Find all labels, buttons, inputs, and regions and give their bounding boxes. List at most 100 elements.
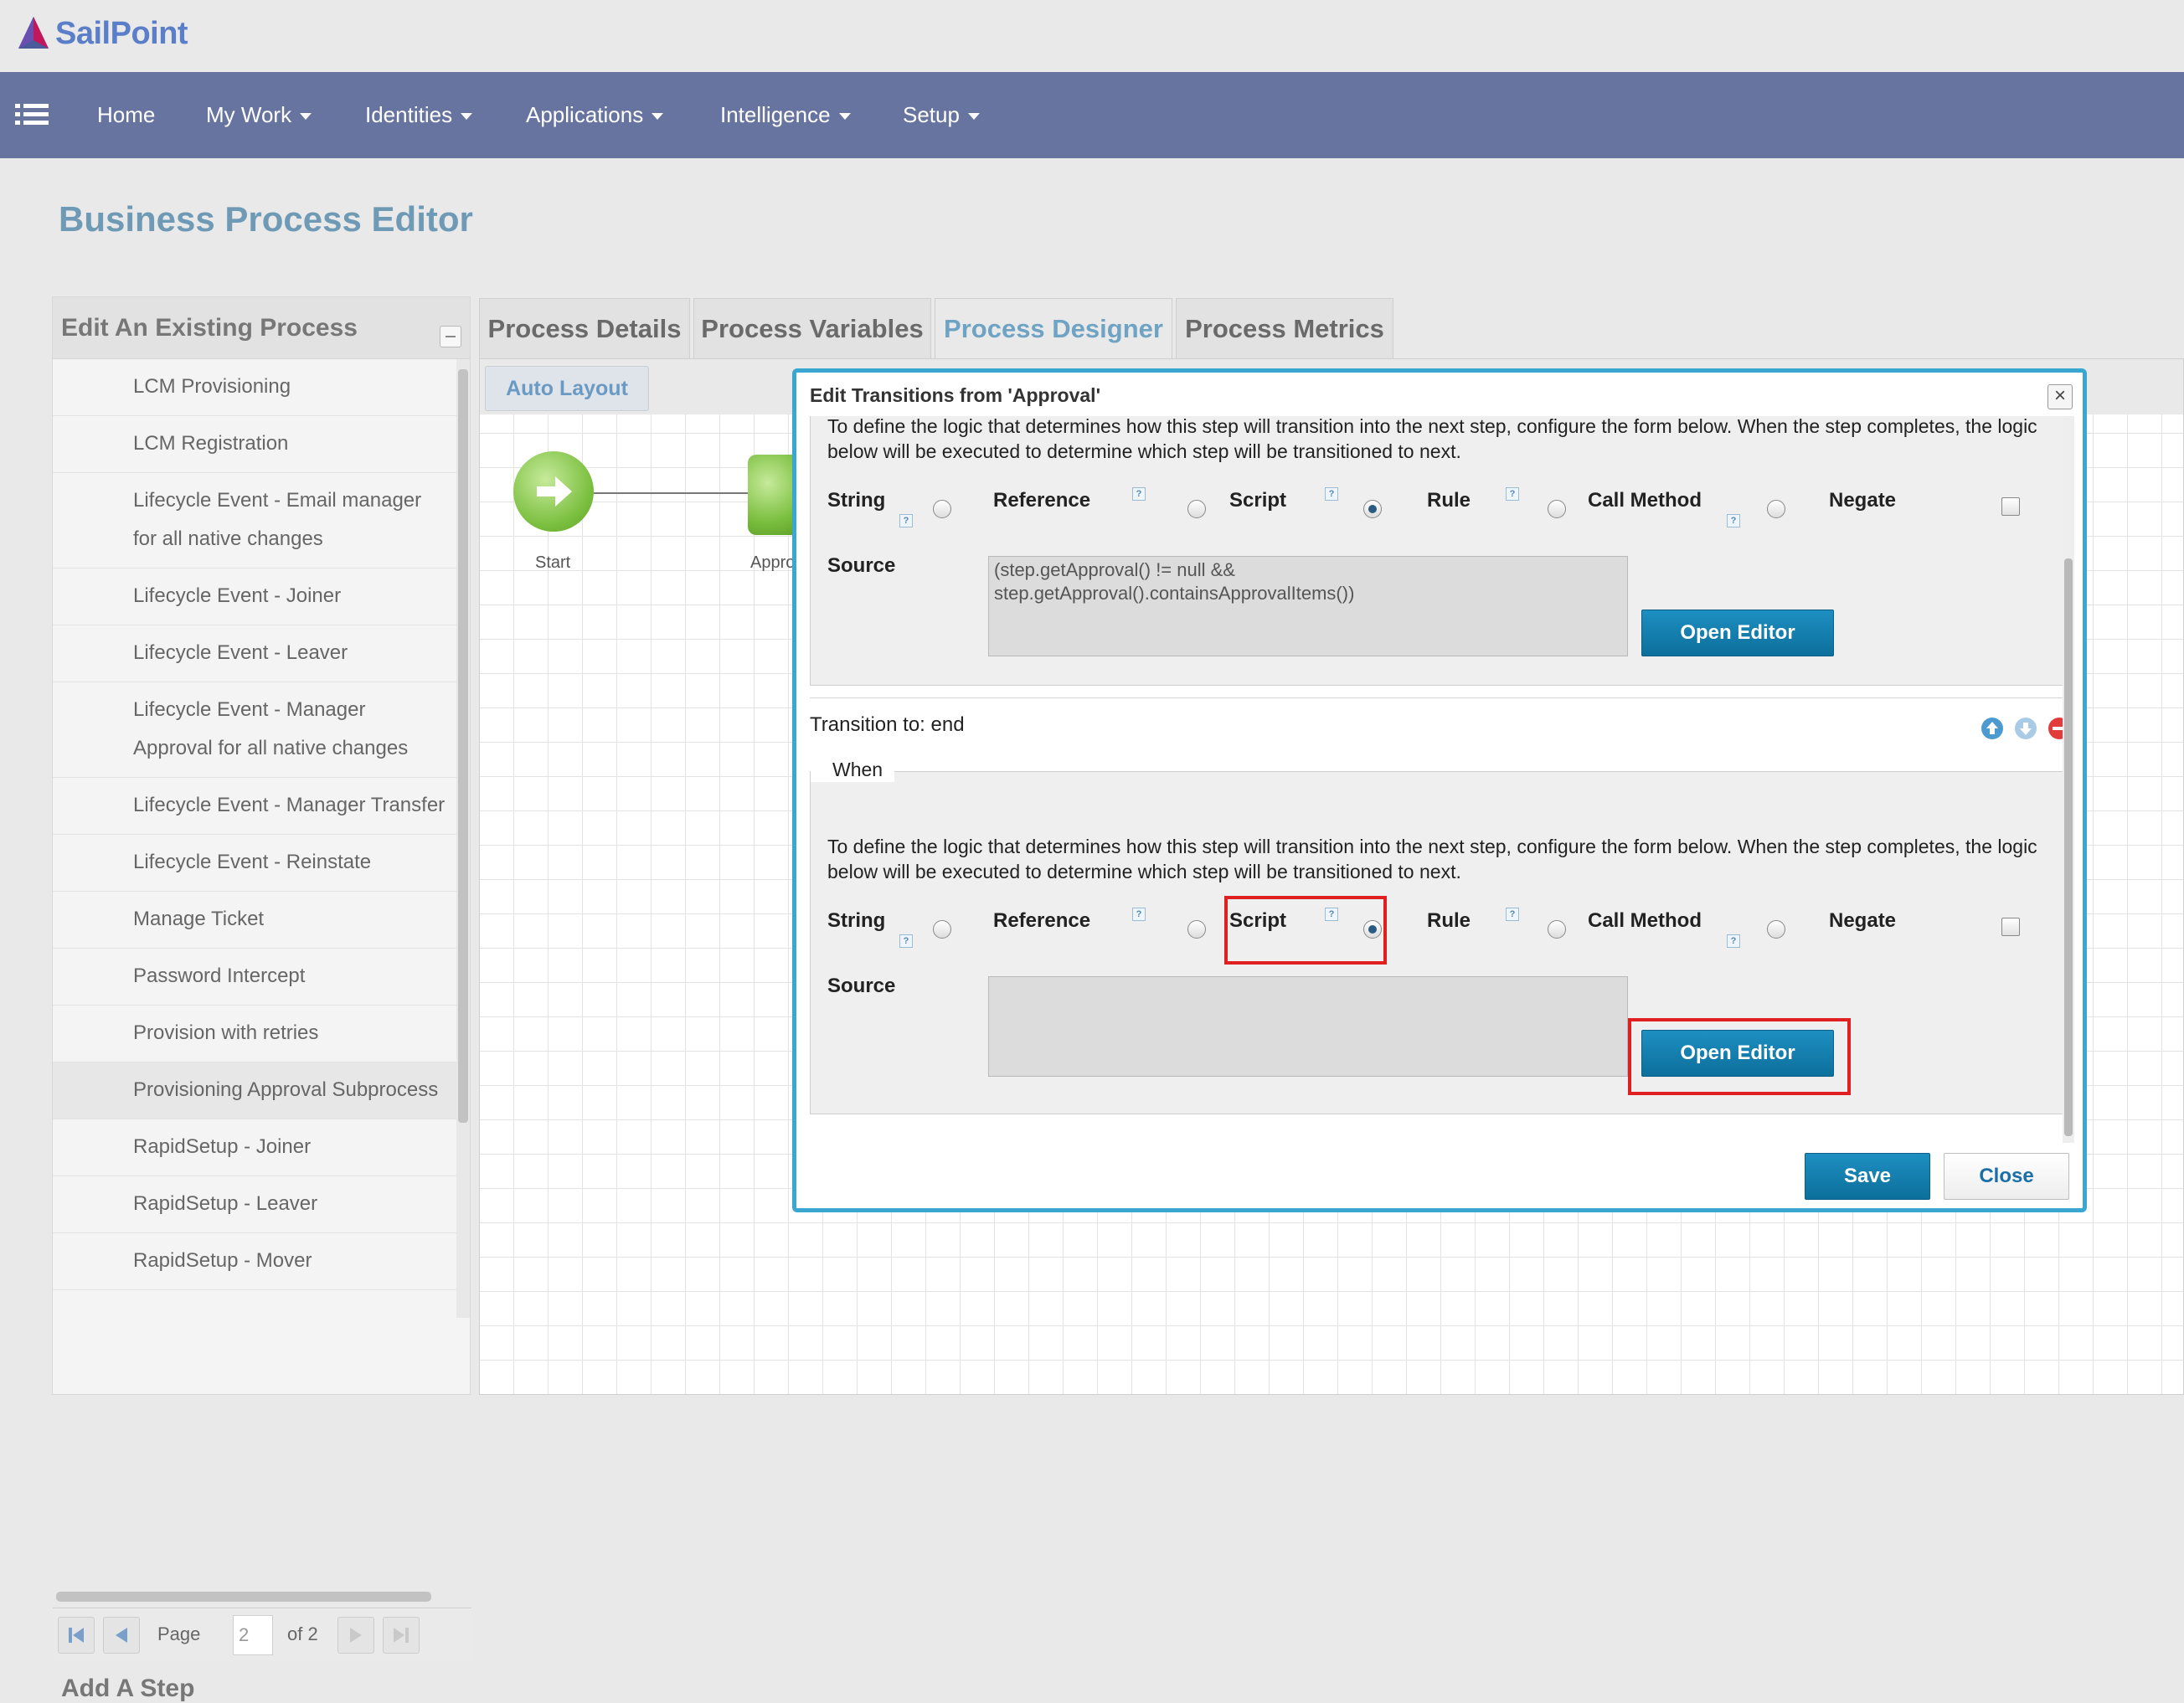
nav-applications[interactable]: Applications	[526, 72, 664, 158]
tab-process-designer[interactable]: Process Designer	[935, 298, 1172, 358]
dialog-scrollbar[interactable]	[2063, 416, 2074, 1143]
list-horizontal-scrollbar[interactable]	[56, 1592, 431, 1602]
reference-radio[interactable]	[1187, 920, 1206, 939]
nav-identities[interactable]: Identities	[365, 72, 473, 158]
list-item[interactable]: LCM Provisioning	[53, 359, 456, 416]
list-item[interactable]: RapidSetup - Mover	[53, 1233, 456, 1290]
reference-radio[interactable]	[1187, 500, 1206, 518]
brand-name: SailPoint	[55, 15, 188, 51]
rule-radio[interactable]	[1548, 500, 1566, 518]
collapse-icon[interactable]	[440, 326, 461, 347]
list-item-label: RapidSetup - Joiner	[133, 1135, 312, 1158]
tab-label: Process Designer	[944, 314, 1163, 343]
list-item-label: Lifecycle Event - Joiner	[133, 584, 342, 607]
page-number-input[interactable]: 2	[233, 1615, 273, 1655]
list-item[interactable]: Lifecycle Event - Leaver	[53, 625, 456, 682]
nav-identities-label: Identities	[365, 102, 453, 127]
panel-title: Edit An Existing Process	[61, 314, 358, 342]
source-script-textarea[interactable]	[988, 976, 1628, 1077]
list-item[interactable]: Lifecycle Event - Reinstate	[53, 835, 456, 892]
save-button[interactable]: Save	[1805, 1153, 1930, 1200]
option-negate-label: Negate	[1829, 489, 1897, 512]
script-radio[interactable]	[1363, 500, 1382, 518]
first-page-button[interactable]	[58, 1617, 95, 1654]
move-down-icon[interactable]	[2014, 717, 2037, 740]
list-item[interactable]: Provision with retries	[53, 1006, 456, 1062]
nav-setup[interactable]: Setup	[903, 72, 980, 158]
negate-checkbox[interactable]	[2001, 918, 2020, 936]
list-scrollbar-thumb[interactable]	[458, 369, 468, 1123]
list-item[interactable]: RapidSetup - Joiner	[53, 1119, 456, 1176]
prev-page-button[interactable]	[103, 1617, 140, 1654]
next-page-button[interactable]	[337, 1617, 374, 1654]
open-editor-button[interactable]: Open Editor	[1641, 610, 1834, 656]
help-icon[interactable]: ?	[1132, 908, 1146, 921]
help-icon[interactable]: ?	[1727, 514, 1740, 527]
tab-process-variables[interactable]: Process Variables	[693, 298, 931, 358]
start-node[interactable]	[513, 451, 594, 532]
nav-my-work[interactable]: My Work	[206, 72, 312, 158]
nav-setup-label: Setup	[903, 102, 960, 127]
help-icon[interactable]: ?	[1132, 487, 1146, 501]
arrow-right-icon	[537, 476, 572, 507]
string-radio[interactable]	[933, 500, 951, 518]
list-item-label: LCM Provisioning	[133, 375, 291, 398]
list-item[interactable]: LCM Registration	[53, 416, 456, 473]
when-tab: When	[811, 757, 894, 782]
option-negate-label: Negate	[1829, 909, 1897, 932]
source-script-textarea[interactable]: (step.getApproval() != null && step.getA…	[988, 556, 1628, 656]
help-icon[interactable]: ?	[899, 934, 913, 948]
list-item[interactable]: Manage Ticket	[53, 892, 456, 949]
help-icon[interactable]: ?	[1727, 934, 1740, 948]
rule-radio[interactable]	[1548, 920, 1566, 939]
option-rule-label: Rule	[1427, 489, 1471, 512]
list-item[interactable]: Password Intercept	[53, 949, 456, 1006]
last-page-button[interactable]	[383, 1617, 420, 1654]
dialog-scrollbar-thumb[interactable]	[2064, 558, 2073, 1136]
help-icon[interactable]: ?	[899, 514, 913, 527]
negate-checkbox[interactable]	[2001, 497, 2020, 516]
help-icon[interactable]: ?	[1325, 487, 1338, 501]
call-method-radio[interactable]	[1767, 920, 1785, 939]
option-string-label: String	[827, 489, 886, 512]
nav-intelligence[interactable]: Intelligence	[720, 72, 851, 158]
list-item[interactable]: Lifecycle Event - Email manager for all …	[53, 473, 456, 569]
tab-process-details[interactable]: Process Details	[479, 298, 690, 358]
top-bar: SailPoint	[0, 0, 2184, 72]
list-item[interactable]: Lifecycle Event - Manager Transfer	[53, 778, 456, 835]
move-up-icon[interactable]	[1981, 717, 2004, 740]
option-reference-label: Reference	[993, 489, 1091, 512]
page-label: Page	[157, 1623, 201, 1644]
main-nav: Home My Work Identities Applications Int…	[0, 72, 2184, 158]
list-item[interactable]: Lifecycle Event - Joiner	[53, 569, 456, 625]
source-label: Source	[827, 975, 896, 997]
transition-1-description: To define the logic that determines how …	[827, 416, 2037, 462]
tab-process-metrics[interactable]: Process Metrics	[1176, 298, 1393, 358]
tab-label: Process Metrics	[1185, 314, 1384, 343]
help-icon[interactable]: ?	[1506, 908, 1519, 921]
when-label: When	[832, 759, 883, 780]
dialog-title: Edit Transitions from 'Approval'	[810, 384, 1101, 406]
nav-home[interactable]: Home	[97, 72, 155, 158]
approval-node[interactable]	[748, 455, 798, 535]
close-icon[interactable]: ×	[2048, 384, 2073, 409]
list-item-label: Lifecycle Event - Leaver	[133, 641, 348, 664]
option-rule-label: Rule	[1427, 909, 1471, 932]
close-button[interactable]: Close	[1944, 1153, 2069, 1200]
help-icon[interactable]: ?	[1506, 487, 1519, 501]
call-method-radio[interactable]	[1767, 500, 1785, 518]
list-item-selected[interactable]: Provisioning Approval Subprocess	[53, 1062, 456, 1119]
list-item[interactable]: Lifecycle Event - Manager Approval for a…	[53, 682, 456, 778]
auto-layout-button[interactable]: Auto Layout	[485, 366, 649, 411]
sailpoint-logo[interactable]: SailPoint	[17, 8, 188, 59]
edit-transitions-dialog: Edit Transitions from 'Approval' × To de…	[792, 368, 2087, 1212]
string-radio[interactable]	[933, 920, 951, 939]
list-icon[interactable]	[15, 102, 49, 127]
next-page-icon	[350, 1628, 362, 1643]
prev-page-icon	[116, 1628, 127, 1643]
list-item-label: Lifecycle Event - Reinstate	[133, 851, 372, 873]
option-call-method-label: Call Method	[1588, 909, 1702, 932]
list-item[interactable]: RapidSetup - Leaver	[53, 1176, 456, 1233]
approval-node-label: Appro	[750, 553, 796, 572]
option-script-label: Script	[1229, 489, 1287, 512]
